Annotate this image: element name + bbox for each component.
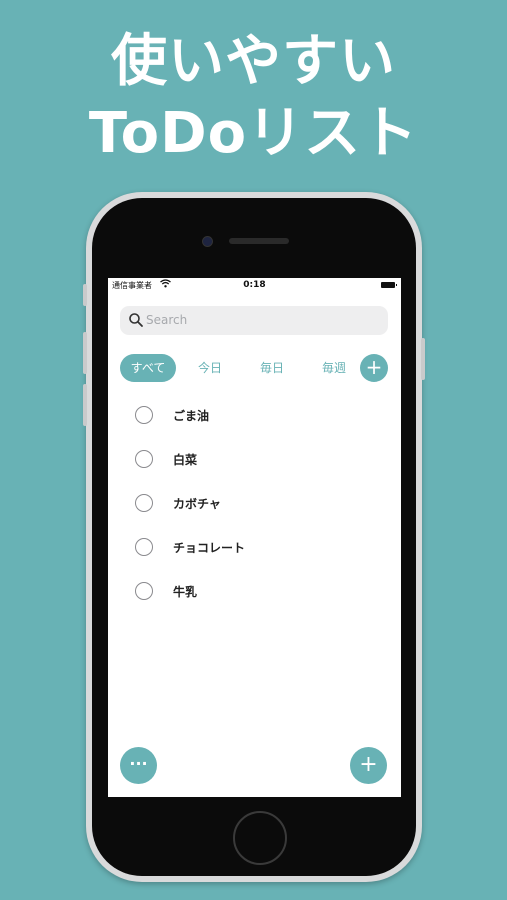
search-field[interactable]: Search bbox=[120, 306, 388, 335]
tab-all[interactable]: すべて bbox=[120, 354, 176, 382]
list-item[interactable]: チョコレート bbox=[108, 528, 401, 568]
app-screen: 通信事業者 0:18 Search すべて 今日 毎日 毎週 + ごま油 白菜 … bbox=[108, 278, 401, 797]
add-todo-button[interactable]: + bbox=[350, 747, 387, 784]
list-item[interactable]: 白菜 bbox=[108, 440, 401, 480]
todo-label: 白菜 bbox=[173, 453, 198, 467]
search-icon bbox=[128, 312, 144, 328]
battery-icon bbox=[381, 282, 397, 288]
earpiece-speaker bbox=[229, 238, 289, 244]
checkbox-circle-icon[interactable] bbox=[135, 582, 153, 600]
search-placeholder: Search bbox=[146, 313, 188, 327]
front-camera-icon bbox=[202, 236, 213, 247]
mute-switch bbox=[83, 284, 87, 306]
todo-label: 牛乳 bbox=[173, 585, 198, 599]
todo-label: ごま油 bbox=[173, 409, 210, 423]
status-bar: 通信事業者 0:18 bbox=[108, 278, 401, 294]
headline-line2: ToDoリスト bbox=[88, 101, 419, 166]
list-item[interactable]: カボチャ bbox=[108, 484, 401, 524]
tab-weekly[interactable]: 毎週 bbox=[306, 354, 362, 382]
status-time: 0:18 bbox=[243, 280, 266, 290]
add-tab-button[interactable]: + bbox=[360, 354, 388, 382]
power-button bbox=[421, 338, 425, 380]
checkbox-circle-icon[interactable] bbox=[135, 538, 153, 556]
checkbox-circle-icon[interactable] bbox=[135, 494, 153, 512]
tab-today[interactable]: 今日 bbox=[182, 354, 238, 382]
home-button[interactable] bbox=[233, 811, 287, 865]
headline-line1: 使いやすい bbox=[111, 29, 396, 94]
checkbox-circle-icon[interactable] bbox=[135, 450, 153, 468]
list-item[interactable]: 牛乳 bbox=[108, 572, 401, 612]
todo-label: カボチャ bbox=[173, 497, 221, 511]
volume-up-button bbox=[83, 332, 87, 374]
checkbox-circle-icon[interactable] bbox=[135, 406, 153, 424]
todo-label: チョコレート bbox=[173, 541, 246, 555]
volume-down-button bbox=[83, 384, 87, 426]
filter-tabs: すべて 今日 毎日 毎週 + bbox=[120, 354, 390, 382]
more-options-button[interactable]: ··· bbox=[120, 747, 157, 784]
list-item[interactable]: ごま油 bbox=[108, 396, 401, 436]
tab-daily[interactable]: 毎日 bbox=[244, 354, 300, 382]
